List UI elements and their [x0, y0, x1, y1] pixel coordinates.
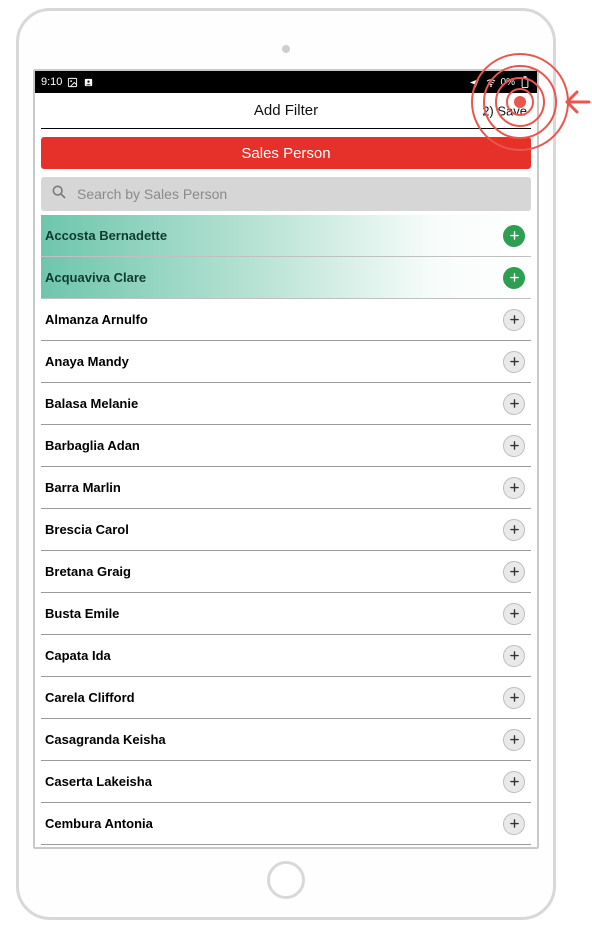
status-left: 9:10: [41, 76, 94, 88]
battery-level: 0%: [501, 77, 515, 88]
status-bar: 9:10 0%: [35, 71, 537, 93]
salesperson-name: Cembura Antonia: [45, 816, 153, 831]
add-button[interactable]: [503, 435, 525, 457]
tablet-frame: 9:10 0%: [16, 8, 556, 920]
pointer-arrow-icon: [557, 82, 592, 122]
list-item[interactable]: Balasa Melanie: [41, 383, 531, 425]
add-button[interactable]: [503, 309, 525, 331]
screen: 9:10 0%: [33, 69, 539, 849]
salesperson-name: Bretana Graig: [45, 564, 131, 579]
list-item[interactable]: Corvera Lorna: [41, 845, 531, 847]
salesperson-name: Casagranda Keisha: [45, 732, 166, 747]
salesperson-name: Almanza Arnulfo: [45, 312, 148, 327]
salesperson-name: Busta Emile: [45, 606, 119, 621]
page-title: Add Filter: [254, 102, 318, 119]
add-button[interactable]: [503, 351, 525, 373]
status-right: 0%: [469, 76, 531, 88]
tablet-camera-icon: [282, 45, 290, 53]
add-button[interactable]: [503, 477, 525, 499]
list-item[interactable]: Accosta Bernadette: [41, 215, 531, 257]
list-item[interactable]: Busta Emile: [41, 593, 531, 635]
add-button[interactable]: [503, 393, 525, 415]
filter-banner[interactable]: Sales Person: [41, 137, 531, 169]
wifi-icon: [485, 76, 497, 88]
add-button[interactable]: [503, 561, 525, 583]
list-item[interactable]: Carela Clifford: [41, 677, 531, 719]
list-item[interactable]: Brescia Carol: [41, 509, 531, 551]
list-item[interactable]: Capata Ida: [41, 635, 531, 677]
salesperson-name: Caserta Lakeisha: [45, 774, 152, 789]
add-button[interactable]: [503, 813, 525, 835]
add-button[interactable]: [503, 603, 525, 625]
list-item[interactable]: Barra Marlin: [41, 467, 531, 509]
salesperson-name: Barbaglia Adan: [45, 438, 140, 453]
list-item[interactable]: Acquaviva Clare: [41, 257, 531, 299]
status-clock: 9:10: [41, 76, 62, 88]
list-item[interactable]: Almanza Arnulfo: [41, 299, 531, 341]
app-header: Add Filter 2) Save: [41, 93, 531, 129]
list-item[interactable]: Anaya Mandy: [41, 341, 531, 383]
filter-banner-label: Sales Person: [241, 145, 330, 162]
list-item[interactable]: Bretana Graig: [41, 551, 531, 593]
add-button[interactable]: [503, 687, 525, 709]
list-item[interactable]: Cembura Antonia: [41, 803, 531, 845]
add-button[interactable]: [503, 645, 525, 667]
list-item[interactable]: Casagranda Keisha: [41, 719, 531, 761]
list-item[interactable]: Barbaglia Adan: [41, 425, 531, 467]
add-button[interactable]: [503, 519, 525, 541]
salesperson-name: Acquaviva Clare: [45, 270, 146, 285]
airplane-mode-icon: [469, 76, 481, 88]
salesperson-list: Accosta Bernadette Acquaviva Clare Almanza…: [35, 215, 537, 847]
added-icon[interactable]: [503, 267, 525, 289]
battery-icon: [519, 76, 531, 88]
salesperson-name: Anaya Mandy: [45, 354, 129, 369]
search-bar[interactable]: [41, 177, 531, 211]
image-icon: [66, 76, 78, 88]
added-icon[interactable]: [503, 225, 525, 247]
add-button[interactable]: [503, 729, 525, 751]
search-icon: [51, 184, 67, 205]
list-item[interactable]: Caserta Lakeisha: [41, 761, 531, 803]
salesperson-name: Barra Marlin: [45, 480, 121, 495]
salesperson-name: Capata Ida: [45, 648, 111, 663]
add-button[interactable]: [503, 771, 525, 793]
home-button[interactable]: [267, 861, 305, 899]
salesperson-name: Accosta Bernadette: [45, 228, 167, 243]
salesperson-name: Carela Clifford: [45, 690, 135, 705]
person-icon: [82, 76, 94, 88]
save-button[interactable]: 2) Save: [482, 103, 527, 118]
search-input[interactable]: [77, 186, 521, 202]
salesperson-name: Brescia Carol: [45, 522, 129, 537]
salesperson-name: Balasa Melanie: [45, 396, 138, 411]
